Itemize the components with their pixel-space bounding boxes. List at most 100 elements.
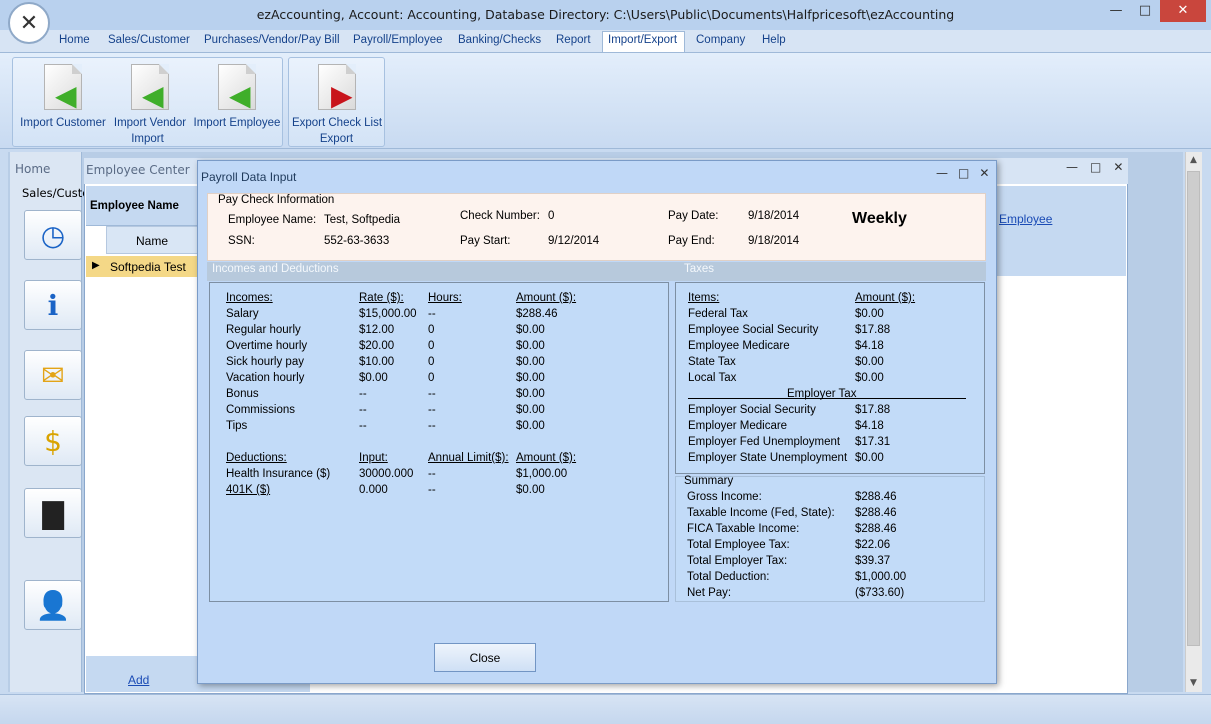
- amount-header: Amount ($):: [516, 292, 577, 304]
- add-employee-link[interactable]: Add: [128, 673, 149, 687]
- summary-value: $39.37: [855, 555, 891, 567]
- import-vendor-button[interactable]: ◀ Import Vendor: [109, 60, 191, 129]
- taxes-section-title: Taxes: [684, 263, 715, 275]
- green-arrow-icon: ◀: [55, 79, 77, 112]
- ribbon: ◀ Import Customer ◀ Import Vendor ◀ Impo…: [0, 52, 1211, 149]
- tax-label: Local Tax: [688, 372, 737, 384]
- deduction-label-link[interactable]: 401K ($): [226, 484, 270, 496]
- income-amount: $288.46: [516, 308, 558, 320]
- tax-amount: $0.00: [855, 356, 884, 368]
- summary-label: Taxable Income (Fed, State):: [687, 507, 835, 519]
- dialog-window-controls[interactable]: —□✕: [936, 166, 999, 180]
- close-window-button[interactable]: ✕: [1160, 0, 1206, 22]
- export-check-list-button[interactable]: ▶ Export Check List: [291, 60, 383, 129]
- income-rate[interactable]: $12.00: [359, 324, 394, 336]
- card-payment-icon[interactable]: $: [24, 416, 82, 466]
- income-amount[interactable]: $0.00: [516, 404, 545, 416]
- tax-amount: $0.00: [855, 308, 884, 320]
- minimize-button[interactable]: —: [1102, 0, 1130, 22]
- summary-value: $1,000.00: [855, 571, 907, 583]
- employer-tax-amount: $17.31: [855, 436, 891, 448]
- clock-icon[interactable]: ◷: [24, 210, 82, 260]
- tax-amount: $0.00: [855, 372, 884, 384]
- menu-home[interactable]: Home: [59, 34, 90, 46]
- employee-row-name[interactable]: Softpedia Test: [110, 260, 186, 274]
- folder-download-icon[interactable]: ▇: [24, 488, 82, 538]
- scroll-up-icon[interactable]: ▲: [1185, 152, 1202, 169]
- income-hours: --: [428, 308, 436, 320]
- pay-start-label: Pay Start:: [460, 235, 511, 247]
- summary-label: FICA Taxable Income:: [687, 523, 800, 535]
- income-label: Regular hourly: [226, 324, 301, 336]
- mail-add-icon[interactable]: ✉: [24, 350, 82, 400]
- import-customer-button[interactable]: ◀ Import Customer: [17, 60, 109, 129]
- menu-payroll[interactable]: Payroll/Employee: [353, 34, 442, 46]
- scroll-down-icon[interactable]: ▼: [1185, 675, 1202, 692]
- summary-value: $288.46: [855, 523, 897, 535]
- menu-purchases[interactable]: Purchases/Vendor/Pay Bill: [204, 34, 340, 46]
- income-hours[interactable]: 0: [428, 372, 434, 384]
- tax-label: Employee Social Security: [688, 324, 819, 336]
- income-rate[interactable]: $10.00: [359, 356, 394, 368]
- menu-import-export[interactable]: Import/Export: [608, 34, 677, 46]
- pay-end-value: 9/18/2014: [748, 235, 800, 247]
- export-group: ▶ Export Check List Export: [288, 57, 385, 147]
- income-amount[interactable]: $0.00: [516, 420, 545, 432]
- summary-value: $288.46: [855, 507, 897, 519]
- check-number-label: Check Number:: [460, 210, 540, 222]
- hours-header: Hours:: [428, 292, 462, 304]
- deduction-limit: --: [428, 468, 436, 480]
- dialog-title: Payroll Data Input: [201, 170, 297, 184]
- employee-link[interactable]: Employee: [999, 212, 1052, 226]
- green-arrow-icon: ◀: [229, 79, 251, 112]
- summary-label: Total Employee Tax:: [687, 539, 790, 551]
- scrollbar-thumb[interactable]: [1187, 171, 1200, 646]
- status-bar: [0, 694, 1211, 724]
- ssn-label: SSN:: [228, 235, 255, 247]
- income-rate[interactable]: $20.00: [359, 340, 394, 352]
- income-label: Bonus: [226, 388, 259, 400]
- income-hours: --: [428, 420, 436, 432]
- tax-amount: $17.88: [855, 324, 891, 336]
- info-card-icon[interactable]: ℹ: [24, 280, 82, 330]
- import-employee-button[interactable]: ◀ Import Employee: [191, 60, 283, 129]
- income-amount: $0.00: [516, 324, 545, 336]
- red-arrow-icon: ▶: [331, 79, 353, 112]
- maximize-button[interactable]: □: [1131, 0, 1159, 22]
- deduction-input[interactable]: 0.000: [359, 484, 388, 496]
- deduction-amount: $1,000.00: [516, 468, 568, 480]
- income-rate[interactable]: $15,000.00: [359, 308, 417, 320]
- deduction-amount: $0.00: [516, 484, 545, 496]
- close-button[interactable]: Close: [434, 643, 536, 672]
- summary-value: $288.46: [855, 491, 897, 503]
- summary-label: Gross Income:: [687, 491, 762, 503]
- income-rate[interactable]: $0.00: [359, 372, 388, 384]
- pay-start-value: 9/12/2014: [548, 235, 600, 247]
- income-label: Sick hourly pay: [226, 356, 304, 368]
- import-group: ◀ Import Customer ◀ Import Vendor ◀ Impo…: [12, 57, 283, 147]
- income-amount[interactable]: $0.00: [516, 388, 545, 400]
- summary-label: Net Pay:: [687, 587, 732, 599]
- deduction-amount-header: Amount ($):: [516, 452, 577, 464]
- tax-label: Federal Tax: [688, 308, 748, 320]
- green-arrow-icon: ◀: [142, 79, 164, 112]
- export-group-label: Export: [319, 133, 354, 145]
- income-hours[interactable]: 0: [428, 356, 434, 368]
- home-tab[interactable]: Home: [15, 162, 50, 176]
- net-pay-value: ($733.60): [855, 587, 905, 599]
- income-hours[interactable]: 0: [428, 340, 434, 352]
- employee-center-controls[interactable]: —□✕: [1066, 160, 1135, 174]
- deduction-input[interactable]: 30000.000: [359, 468, 413, 480]
- menu-company[interactable]: Company: [696, 34, 745, 46]
- employer-tax-label: Employer Social Security: [688, 404, 816, 416]
- menu-help[interactable]: Help: [762, 34, 786, 46]
- user-folder-icon[interactable]: 👤: [24, 580, 82, 630]
- menu-report[interactable]: Report: [556, 34, 591, 46]
- ssn-value: 552-63-3633: [324, 235, 390, 247]
- income-hours[interactable]: 0: [428, 324, 434, 336]
- tax-amount: $4.18: [855, 340, 884, 352]
- summary-label: Total Employer Tax:: [687, 555, 788, 567]
- menu-sales-customer[interactable]: Sales/Customer: [108, 34, 190, 46]
- app-logo-icon[interactable]: ✕: [8, 2, 50, 44]
- menu-banking[interactable]: Banking/Checks: [458, 34, 541, 46]
